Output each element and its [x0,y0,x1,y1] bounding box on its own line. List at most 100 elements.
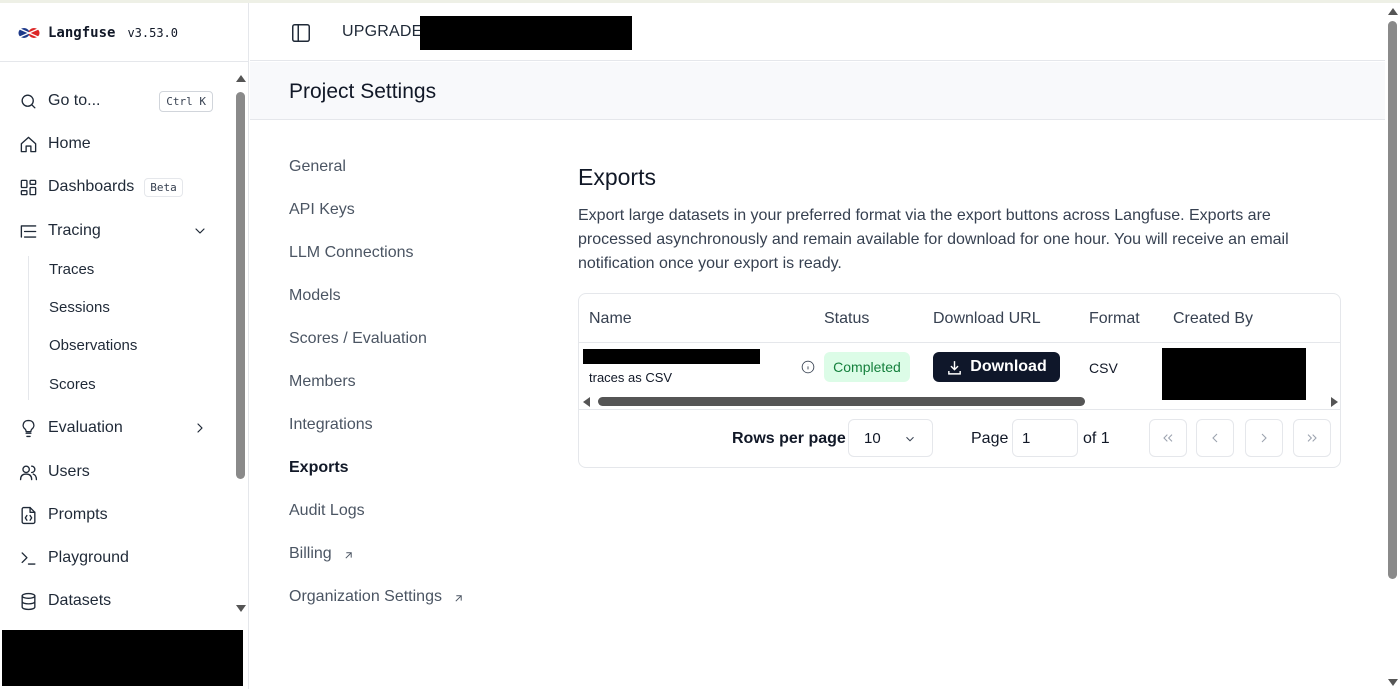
sidebar-item-evaluation[interactable]: Evaluation [18,416,218,440]
sidebar-item-label: Datasets [48,592,112,609]
search-icon [18,91,38,111]
scroll-left-arrow-icon[interactable] [583,397,590,407]
scrollbar-thumb[interactable] [236,92,245,479]
sidebar-toggle-icon[interactable] [290,22,312,44]
settings-tab-label: Billing [289,545,332,562]
table-header-divider [579,342,1340,343]
sidebar-item-users[interactable]: Users [18,460,218,484]
top-header: UPGRADE [250,3,1385,61]
status-badge: Completed [824,352,910,382]
sidebar-item-goto[interactable]: Go to... Ctrl K [18,89,218,113]
settings-tab-organization-settings[interactable]: Organization Settings [289,587,465,607]
settings-tab-models[interactable]: Models [289,286,341,306]
settings-tab-audit-logs[interactable]: Audit Logs [289,501,365,521]
sidebar-item-sessions[interactable]: Sessions [49,298,110,318]
table-horizontal-scrollbar[interactable] [583,396,1338,408]
scroll-right-arrow-icon[interactable] [1331,397,1338,407]
previous-page-button[interactable] [1196,419,1234,457]
info-icon[interactable] [801,360,815,374]
settings-tab-integrations[interactable]: Integrations [289,415,373,435]
sidebar-item-label: Go to... [48,92,101,109]
first-page-button[interactable] [1149,419,1187,457]
column-header-name: Name [589,310,632,327]
tracing-icon [18,221,38,241]
langfuse-logo-icon [18,28,40,38]
brand-divider [0,61,249,62]
dashboard-icon [18,177,38,197]
scroll-down-arrow-icon[interactable] [236,605,246,612]
download-button[interactable]: Download [933,352,1060,382]
exports-table: Name Status Download URL Format Created … [578,293,1341,468]
sidebar-item-traces[interactable]: Traces [49,260,94,280]
upgrade-link[interactable]: UPGRADE [342,23,423,41]
settings-tab-members[interactable]: Members [289,372,356,392]
settings-tab-label: Organization Settings [289,588,442,605]
page-label: Page [971,430,1009,447]
settings-tab-billing[interactable]: Billing [289,544,355,564]
rows-per-page-select[interactable]: 10 [848,419,933,457]
chevron-down-icon[interactable] [192,223,208,239]
scroll-up-arrow-icon[interactable] [236,75,246,82]
sidebar-item-label: Home [48,135,91,152]
scroll-up-arrow-icon[interactable] [1388,8,1398,15]
export-name-subtitle: traces as CSV [589,370,673,385]
sidebar-item-label: Playground [48,549,129,566]
page-number-input[interactable] [1012,419,1078,457]
sidebar-item-home[interactable]: Home [18,132,218,156]
brand-name: Langfuse [48,25,116,41]
settings-tab-scores-evaluation[interactable]: Scores / Evaluation [289,329,427,349]
column-header-format: Format [1089,310,1140,327]
settings-tab-exports[interactable]: Exports [289,458,349,478]
sidebar-item-label: Dashboards [48,178,135,195]
column-header-download-url: Download URL [933,310,1041,327]
chevron-right-icon[interactable] [192,420,208,436]
sidebar-item-dashboards[interactable]: Dashboards Beta [18,175,218,199]
sidebar-item-label: Evaluation [48,419,123,436]
redacted-user-menu [2,630,243,686]
next-page-button[interactable] [1245,419,1283,457]
settings-tab-general[interactable]: General [289,157,346,177]
chevron-right-icon [1261,433,1267,443]
sidebar-item-label: Users [48,463,90,480]
column-header-created-by: Created By [1173,310,1254,327]
sidebar-scrollbar[interactable] [235,75,247,615]
download-button-label: Download [970,358,1047,375]
chevrons-right-icon [1307,434,1317,442]
chevrons-left-icon [1163,434,1173,442]
chevron-left-icon [1212,433,1218,443]
settings-tab-api-keys[interactable]: API Keys [289,200,355,220]
column-header-status: Status [824,310,870,327]
redacted-breadcrumb [420,16,632,50]
brand[interactable]: Langfuse v3.53.0 [18,21,178,45]
download-icon [948,360,962,375]
sidebar-item-scores[interactable]: Scores [49,375,96,395]
page-title: Project Settings [289,80,437,103]
chevron-down-icon [906,436,914,442]
lightbulb-icon [18,418,38,438]
sidebar-item-label: Tracing [48,222,101,239]
rows-per-page-value: 10 [864,429,881,447]
scrollbar-thumb[interactable] [1388,21,1397,579]
sidebar-item-datasets[interactable]: Datasets [18,589,218,613]
home-icon [18,134,38,154]
database-icon [18,591,38,611]
scrollbar-thumb[interactable] [598,397,1085,406]
sidebar-item-observations[interactable]: Observations [49,336,137,356]
sidebar-item-prompts[interactable]: Prompts [18,503,218,527]
sidebar-item-label: Prompts [48,506,108,523]
redacted-created-by [1162,348,1306,400]
export-format: CSV [1089,360,1118,376]
beta-badge: Beta [144,177,183,197]
section-title: Exports [578,164,656,190]
settings-tab-llm-connections[interactable]: LLM Connections [289,243,414,263]
page-title-bar: Project Settings [250,62,1385,120]
last-page-button[interactable] [1293,419,1331,457]
sidebar-item-tracing[interactable]: Tracing [18,219,218,243]
page-scrollbar[interactable] [1385,3,1400,689]
rows-per-page-label: Rows per page [732,430,846,447]
brand-version: v3.53.0 [127,26,179,40]
scroll-down-arrow-icon[interactable] [1388,679,1398,686]
terminal-icon [18,548,38,568]
sidebar-item-playground[interactable]: Playground [18,546,218,570]
external-link-icon [342,548,355,561]
